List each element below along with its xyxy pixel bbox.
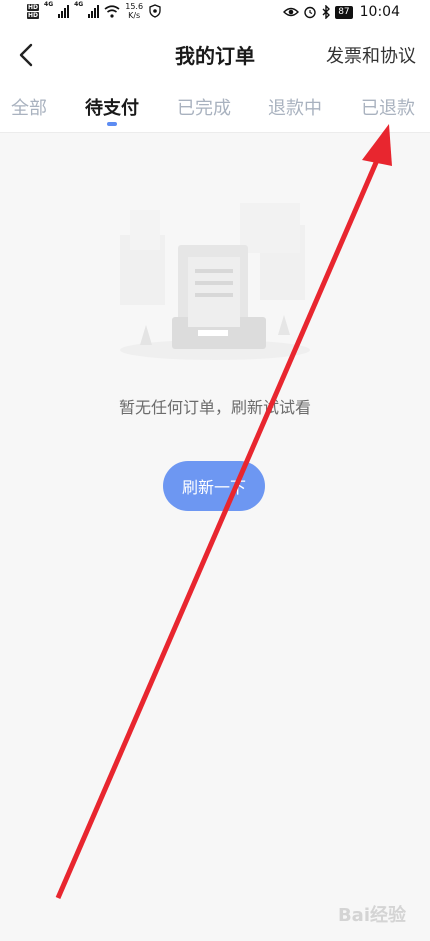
- invoice-agreement-link[interactable]: 发票和协议: [326, 42, 416, 68]
- speed-value: 15.6: [125, 2, 144, 11]
- clock: 10:04: [359, 4, 400, 20]
- network-type-label: 4G: [44, 1, 54, 8]
- tab-pending-payment[interactable]: 待支付: [85, 94, 139, 120]
- app-header: 我的订单 发票和协议: [0, 26, 430, 84]
- tab-completed[interactable]: 已完成: [177, 94, 231, 120]
- active-tab-indicator: [107, 122, 117, 126]
- status-bar: HD HD 4G 4G 15.6 K/s 87 10:04: [0, 0, 430, 26]
- signal-icon: [58, 4, 70, 18]
- network-speed: 15.6 K/s: [125, 2, 143, 20]
- hd-indicators: HD HD: [27, 3, 40, 19]
- status-right: 87 10:04: [283, 4, 400, 20]
- battery-icon: 87: [335, 5, 353, 19]
- empty-state-message: 暂无任何订单，刷新试试看: [118, 398, 311, 417]
- wifi-icon: [104, 4, 120, 18]
- refresh-button[interactable]: 刷新一下: [163, 461, 265, 511]
- speed-unit: K/s: [128, 11, 141, 20]
- network-type-label: 4G: [74, 1, 84, 8]
- tab-refunding[interactable]: 退款中: [268, 94, 322, 120]
- signal-icon: [88, 4, 100, 18]
- shield-icon: [149, 4, 161, 18]
- empty-orders-illustration: [120, 203, 310, 360]
- watermark: Bai经验: [337, 905, 406, 926]
- tab-all[interactable]: 全部: [11, 94, 47, 120]
- hd-badge: HD: [27, 11, 40, 19]
- eye-icon: [283, 7, 300, 17]
- hd-badge: HD: [27, 3, 40, 11]
- order-tabs: 全部 待支付 已完成 退款中 已退款: [0, 84, 430, 133]
- bluetooth-icon: [322, 5, 331, 19]
- alarm-icon: [304, 6, 316, 19]
- tab-refunded[interactable]: 已退款: [361, 94, 415, 120]
- status-left: HD HD 4G 4G 15.6 K/s: [27, 2, 162, 20]
